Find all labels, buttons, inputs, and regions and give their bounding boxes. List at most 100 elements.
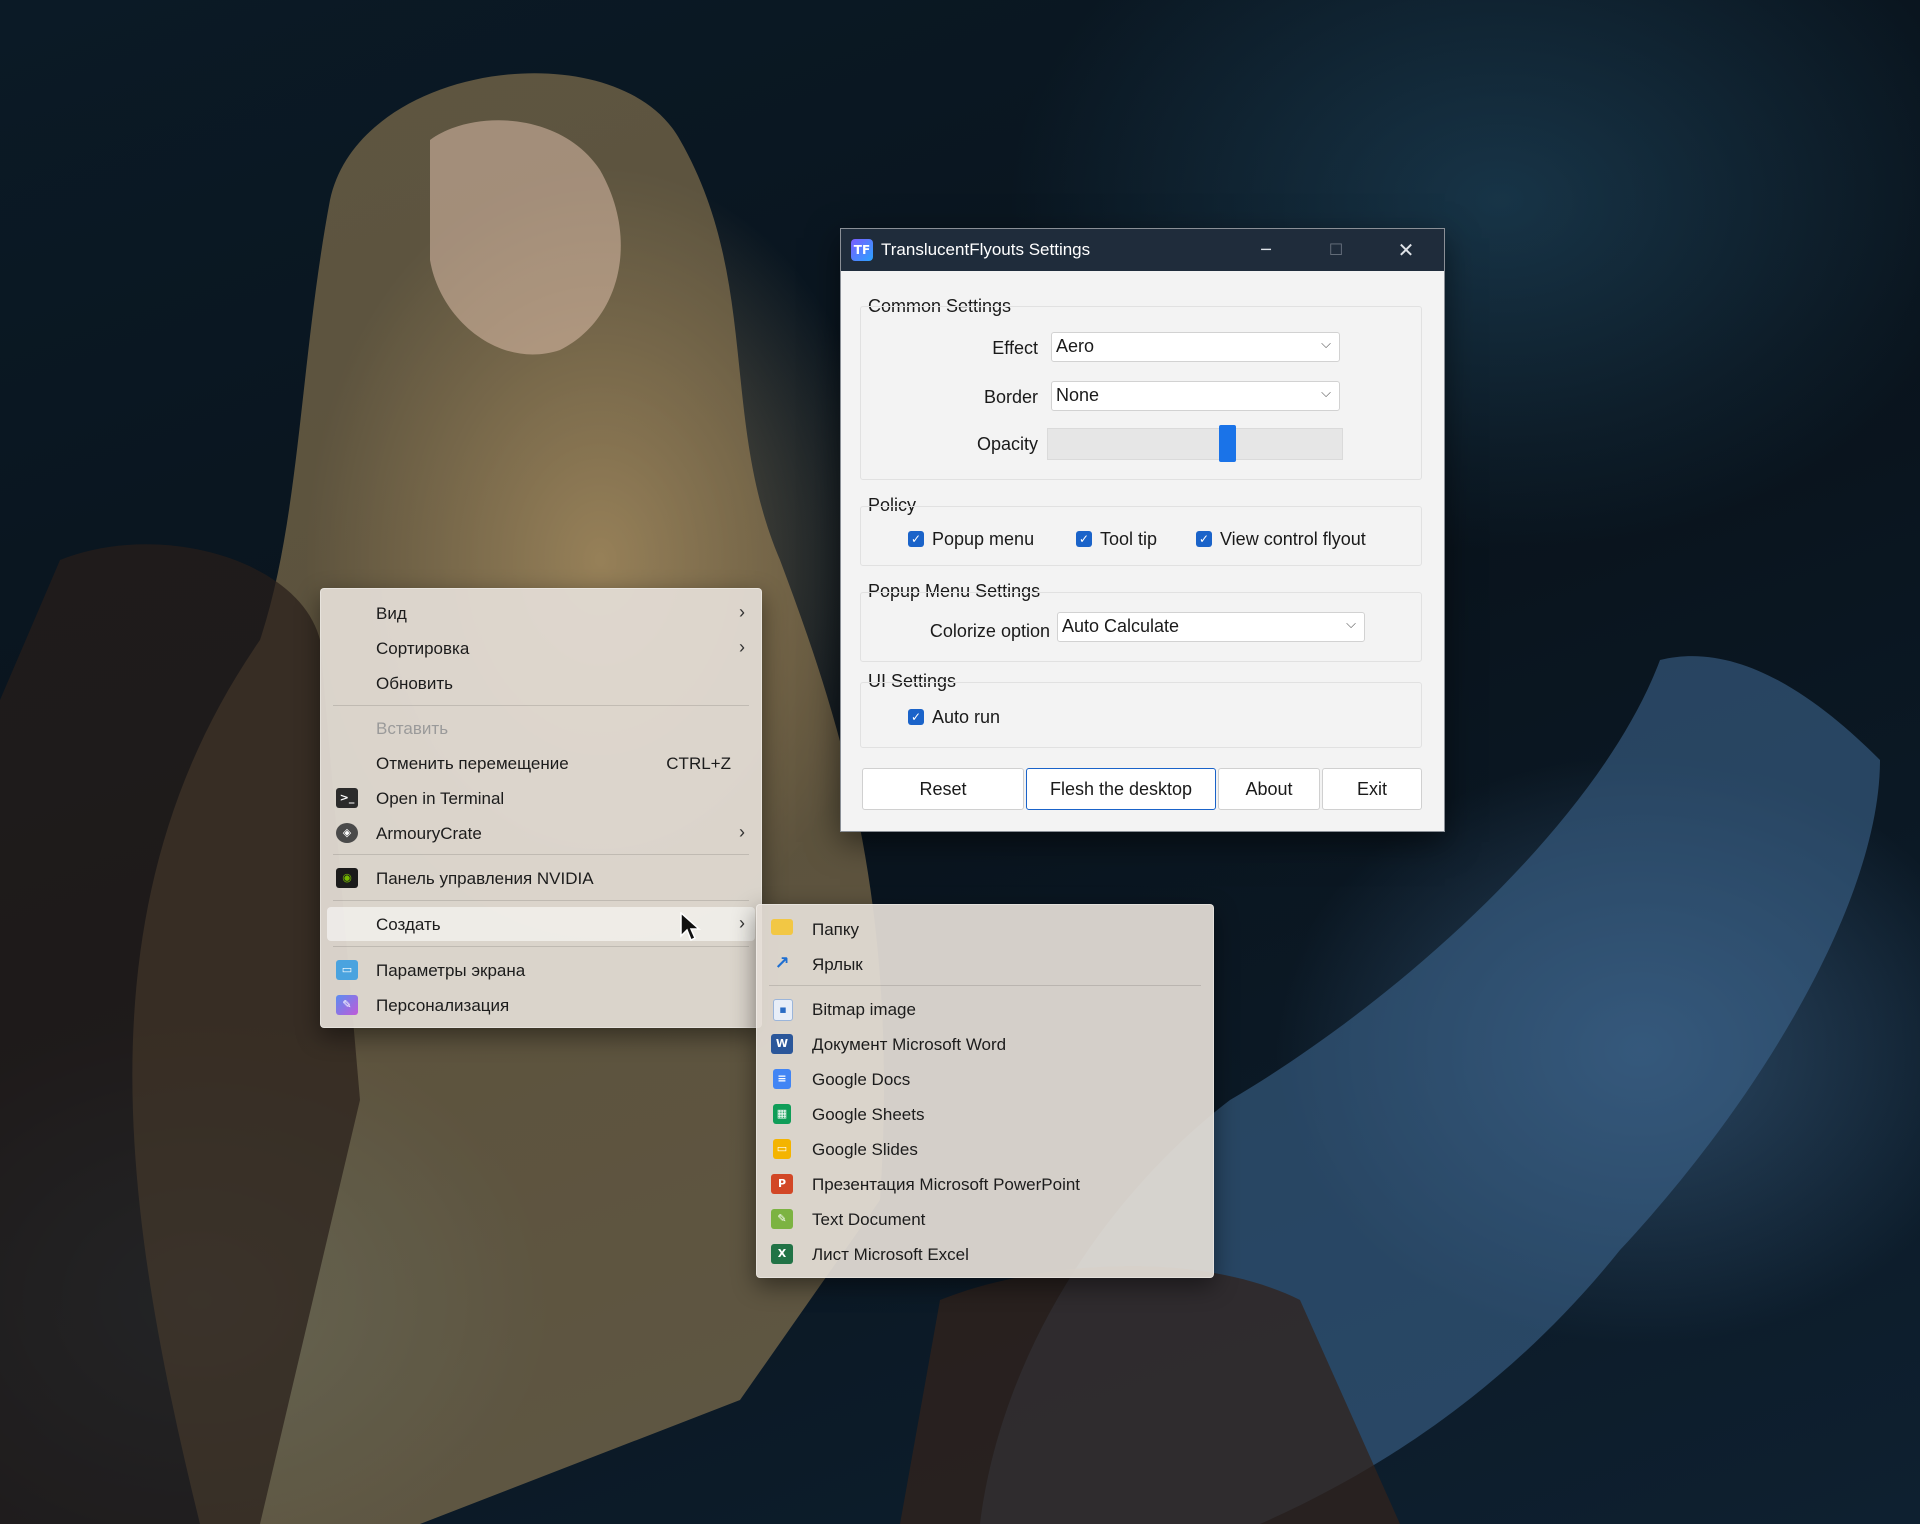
flesh-desktop-button[interactable]: Flesh the desktop bbox=[1026, 768, 1216, 810]
opacity-label: Opacity bbox=[976, 434, 1038, 454]
chevron-right-icon: › bbox=[739, 637, 745, 657]
colorize-option-value: Auto Calculate bbox=[1062, 616, 1180, 636]
colorize-option-dropdown[interactable]: Auto Calculate ⌵ bbox=[1057, 612, 1365, 642]
menu-item-label: Папку bbox=[812, 920, 860, 939]
colorize-option-label: Colorize option bbox=[929, 621, 1050, 641]
reset-button[interactable]: Reset bbox=[862, 768, 1024, 810]
checkmark-icon: ✓ bbox=[1076, 531, 1092, 547]
powerpoint-icon: P bbox=[771, 1174, 793, 1194]
submenu-item-word[interactable]: W Документ Microsoft Word bbox=[757, 1027, 1213, 1061]
submenu-item-google-docs[interactable]: ≡ Google Docs bbox=[757, 1062, 1213, 1096]
display-icon: ▭ bbox=[336, 960, 358, 980]
menu-separator bbox=[333, 900, 749, 901]
menu-item-nvidia[interactable]: ◉ Панель управления NVIDIA bbox=[321, 861, 761, 895]
menu-item-paste: Вставить bbox=[321, 711, 761, 745]
menu-item-view[interactable]: Вид › bbox=[321, 596, 761, 630]
menu-separator bbox=[333, 946, 749, 947]
menu-item-label: Вид bbox=[376, 604, 407, 623]
google-sheets-icon: ▦ bbox=[773, 1104, 791, 1124]
submenu-item-bitmap[interactable]: ▪ Bitmap image bbox=[757, 992, 1213, 1026]
menu-item-label: Презентация Microsoft PowerPoint bbox=[812, 1175, 1081, 1194]
menu-item-label: ArmouryCrate bbox=[376, 824, 482, 843]
menu-item-label: Создать bbox=[376, 915, 441, 934]
checkmark-icon: ✓ bbox=[1196, 531, 1212, 547]
opacity-slider[interactable] bbox=[1047, 428, 1343, 460]
popup-menu-label: Popup menu bbox=[932, 529, 1035, 549]
menu-item-armourycrate[interactable]: ◈ ArmouryCrate › bbox=[321, 816, 761, 850]
submenu-item-shortcut[interactable]: ↗ Ярлык bbox=[757, 947, 1213, 981]
submenu-item-powerpoint[interactable]: P Презентация Microsoft PowerPoint bbox=[757, 1167, 1213, 1201]
submenu-item-google-slides[interactable]: ▭ Google Slides bbox=[757, 1132, 1213, 1166]
menu-item-label: Сортировка bbox=[376, 639, 470, 658]
submenu-item-folder[interactable]: Папку bbox=[757, 912, 1213, 946]
about-button[interactable]: About bbox=[1218, 768, 1320, 810]
menu-item-label: Документ Microsoft Word bbox=[812, 1035, 1007, 1054]
google-docs-icon: ≡ bbox=[773, 1069, 791, 1089]
menu-item-label: Параметры экрана bbox=[376, 961, 526, 980]
effect-dropdown[interactable]: Aero ⌵ bbox=[1051, 332, 1340, 362]
app-icon: TF bbox=[851, 239, 873, 261]
submenu-item-text-document[interactable]: ✎ Text Document bbox=[757, 1202, 1213, 1236]
desktop-context-menu: Вид › Сортировка › Обновить Вставить Отм… bbox=[320, 588, 762, 1028]
submenu-item-google-sheets[interactable]: ▦ Google Sheets bbox=[757, 1097, 1213, 1131]
menu-item-label: Панель управления NVIDIA bbox=[376, 869, 594, 888]
menu-item-label: Open in Terminal bbox=[376, 789, 505, 808]
menu-item-label: Отменить перемещение bbox=[376, 754, 569, 773]
chevron-right-icon: › bbox=[739, 913, 745, 933]
folder-icon bbox=[771, 919, 793, 935]
close-button[interactable]: ✕ bbox=[1371, 229, 1441, 271]
effect-value: Aero bbox=[1056, 336, 1095, 356]
menu-item-label: Google Docs bbox=[812, 1070, 911, 1089]
menu-separator bbox=[769, 985, 1201, 986]
menu-item-open-terminal[interactable]: >_ Open in Terminal bbox=[321, 781, 761, 815]
menu-item-undo-move[interactable]: Отменить перемещение CTRL+Z bbox=[321, 746, 761, 780]
window-title: TranslucentFlyouts Settings bbox=[881, 240, 1091, 259]
menu-item-label: Персонализация bbox=[376, 996, 510, 1015]
chevron-right-icon: › bbox=[739, 602, 745, 622]
menu-item-sort[interactable]: Сортировка › bbox=[321, 631, 761, 665]
chevron-right-icon: › bbox=[739, 822, 745, 842]
checkmark-icon: ✓ bbox=[908, 531, 924, 547]
effect-label: Effect bbox=[992, 338, 1038, 358]
personalize-icon: ✎ bbox=[336, 995, 358, 1015]
create-submenu: Папку ↗ Ярлык ▪ Bitmap image W Документ … bbox=[756, 904, 1214, 1278]
border-dropdown[interactable]: None ⌵ bbox=[1051, 381, 1340, 411]
submenu-item-excel[interactable]: X Лист Microsoft Excel bbox=[757, 1237, 1213, 1271]
chevron-down-icon: ⌵ bbox=[1346, 616, 1356, 631]
excel-icon: X bbox=[771, 1244, 793, 1264]
view-control-flyout-label: View control flyout bbox=[1220, 529, 1366, 549]
menu-separator bbox=[333, 854, 749, 855]
chevron-down-icon: ⌵ bbox=[1321, 385, 1331, 400]
menu-item-label: Google Sheets bbox=[812, 1105, 925, 1124]
shortcut-arrow-icon: ↗ bbox=[774, 953, 790, 974]
menu-item-label: Лист Microsoft Excel bbox=[812, 1245, 969, 1264]
shortcut-label: CTRL+Z bbox=[666, 754, 731, 773]
exit-button[interactable]: Exit bbox=[1322, 768, 1422, 810]
checkmark-icon: ✓ bbox=[908, 709, 924, 725]
mouse-cursor-icon bbox=[680, 912, 701, 942]
menu-item-personalize[interactable]: ✎ Персонализация bbox=[321, 988, 761, 1022]
word-icon: W bbox=[771, 1034, 793, 1054]
menu-item-label: Text Document bbox=[812, 1210, 926, 1229]
auto-run-label: Auto run bbox=[932, 707, 1001, 727]
bitmap-file-icon: ▪ bbox=[773, 999, 793, 1021]
text-document-icon: ✎ bbox=[771, 1209, 793, 1229]
menu-item-label: Bitmap image bbox=[812, 1000, 916, 1019]
terminal-icon: >_ bbox=[336, 788, 358, 808]
tool-tip-label: Tool tip bbox=[1100, 529, 1158, 549]
menu-item-refresh[interactable]: Обновить bbox=[321, 666, 761, 700]
border-label: Border bbox=[983, 387, 1038, 407]
menu-item-label: Ярлык bbox=[812, 955, 863, 974]
opacity-slider-thumb[interactable] bbox=[1218, 425, 1236, 462]
menu-item-label: Google Slides bbox=[812, 1140, 918, 1159]
minimize-button[interactable]: ─ bbox=[1231, 229, 1301, 271]
menu-item-label: Вставить bbox=[376, 719, 449, 738]
chevron-down-icon: ⌵ bbox=[1321, 336, 1331, 351]
menu-item-display-settings[interactable]: ▭ Параметры экрана bbox=[321, 953, 761, 987]
maximize-button[interactable]: ☐ bbox=[1301, 229, 1371, 271]
google-slides-icon: ▭ bbox=[773, 1139, 791, 1159]
menu-item-label: Обновить bbox=[376, 674, 453, 693]
title-bar[interactable]: TF TranslucentFlyouts Settings ─ ☐ ✕ bbox=[841, 229, 1444, 271]
menu-separator bbox=[333, 705, 749, 706]
armourycrate-icon: ◈ bbox=[336, 823, 358, 843]
